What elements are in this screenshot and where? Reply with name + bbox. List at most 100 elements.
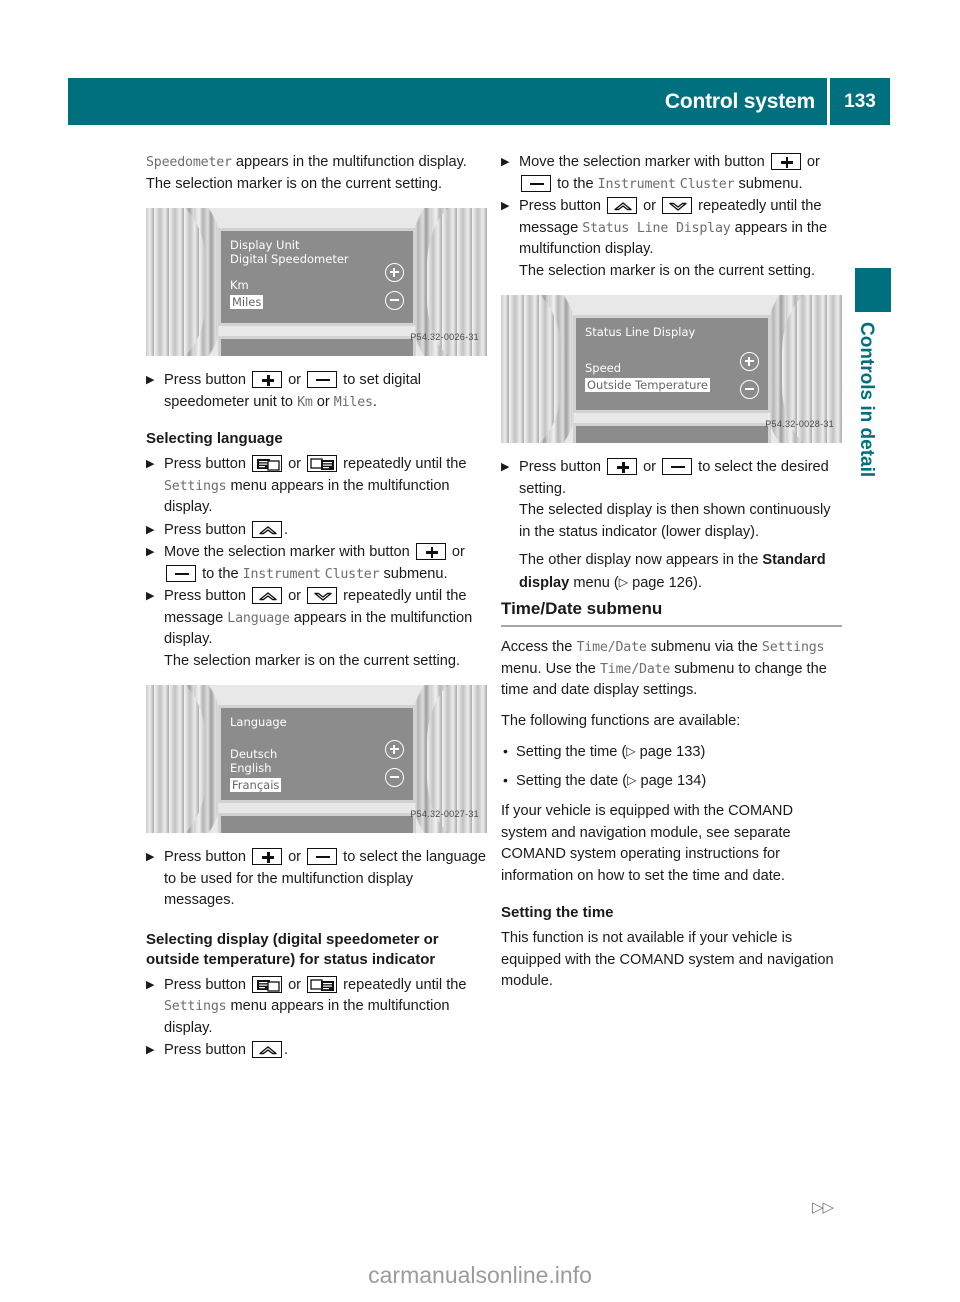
plus-button-icon — [252, 371, 282, 388]
step-marker-icon: ▶ — [501, 461, 510, 473]
plus-circle-icon — [385, 740, 404, 759]
fig2-title: Language — [230, 715, 287, 729]
access-b: submenu via the — [650, 639, 758, 655]
time-date-term-2: Time/Date — [599, 661, 671, 677]
fig1-option-miles-selected: Miles — [230, 295, 264, 309]
instrument-cluster-screen: Display Unit Digital Speedometer Km Mile… — [218, 228, 416, 326]
figure-language: Language Deutsch English Français P54.32… — [146, 685, 487, 833]
step-settings-pre: Press button — [164, 456, 246, 472]
down-chevron-button-icon — [307, 587, 338, 604]
figure-status-line-display: Status Line Display Speed Outside Temper… — [501, 295, 842, 443]
steering-wheel-left-graphic — [146, 208, 224, 356]
page-reference-arrow-icon: ▷ — [627, 772, 637, 787]
step-move-mid: to the — [202, 565, 239, 582]
step-open-settings-menu: ▶ Press button or repeatedly until the S… — [146, 454, 487, 519]
step-press-up-button-2: ▶ Press button . — [146, 1040, 487, 1062]
fig1-image-code: P54.32-0026-31 — [410, 331, 479, 342]
up-chevron-button-icon — [607, 197, 637, 214]
list-item: • Setting the date (▷ page 134) — [501, 770, 842, 793]
step-press-up-pre: Press button — [164, 521, 246, 538]
step-marker-icon: ▶ — [146, 851, 155, 863]
fig3-plusminus-icons — [740, 352, 759, 399]
heading-selecting-language: Selecting language — [146, 430, 283, 447]
bullet-1-page: page 134 — [640, 772, 702, 789]
r-step-move-or: or — [806, 154, 820, 170]
step-status-line-display: ▶ Press button or repeatedly until the m… — [501, 196, 842, 282]
fig3-option-outside-temperature-selected: Outside Temperature — [585, 378, 710, 392]
intro-paragraph: Speedometer appears in the multifunction… — [146, 152, 487, 174]
minus-button-icon — [307, 371, 338, 388]
right-text-column: ▶ Move the selection marker with button … — [501, 152, 842, 993]
step-marker-icon: ▶ — [146, 590, 155, 602]
r-step-sel-line3-c: ). — [692, 574, 702, 591]
step-sel-lang-or: or — [288, 849, 302, 865]
instrument-term: Instrument — [597, 176, 676, 192]
step-marker-icon: ▶ — [146, 458, 155, 470]
r-step-sel-line3-b: menu ( — [573, 574, 619, 591]
continuation-marker: ▷▷ — [812, 1199, 834, 1216]
step-sel-lang-pre: Press button — [164, 849, 246, 865]
fig3-image-code: P54.32-0028-31 — [765, 418, 834, 429]
watermark-text: carmanualsonline.info — [368, 1262, 592, 1288]
page-ref-126: page 126 — [632, 574, 693, 591]
step-marker-icon: ▶ — [146, 546, 155, 558]
bullet-0-text-a: Setting the time ( — [516, 744, 627, 760]
list-item: • Setting the time (▷ page 133) — [501, 741, 842, 764]
page-left-button-icon — [252, 455, 282, 472]
heading-setting-the-time: Setting the time — [501, 904, 614, 921]
plus-button-icon — [770, 153, 801, 170]
access-c: menu. Use the — [501, 660, 596, 677]
step-settings2-post: repeatedly until the — [343, 976, 467, 993]
r-step-status-pre: Press button — [519, 198, 601, 214]
r-step-sel-line3: The other display now appears in the Sta… — [519, 550, 842, 594]
step-press-up-end: . — [284, 521, 289, 538]
up-chevron-button-icon — [252, 587, 282, 604]
intro-term: Speedometer — [146, 155, 232, 170]
r-step-sel-line2: The selected display is then shown conti… — [519, 502, 831, 540]
side-tab-marker — [855, 268, 891, 312]
left-text-column: Speedometer appears in the multifunction… — [146, 152, 487, 1063]
settings-menu-term: Settings — [164, 999, 227, 1014]
plus-circle-icon — [740, 352, 759, 371]
step-settings-or: or — [288, 456, 302, 472]
instrument-cluster-lower-bar — [218, 813, 416, 833]
page-left-button-icon — [252, 975, 282, 993]
minus-button-icon — [307, 848, 338, 865]
fig1-option-km: Km — [230, 278, 249, 292]
step-settings2-or: or — [288, 976, 302, 993]
step-lang-or: or — [288, 588, 302, 604]
down-chevron-button-icon — [662, 197, 693, 214]
minus-button-icon — [662, 458, 693, 475]
step-set-unit-conj: or — [316, 393, 330, 410]
step-marker-icon: ▶ — [146, 374, 155, 386]
instrument-cluster-screen: Language Deutsch English Français — [218, 705, 416, 803]
step-press-up2-pre: Press button — [164, 1042, 246, 1058]
step-select-language: ▶ Press button or to select the language… — [146, 847, 487, 912]
unit-km: Km — [297, 394, 313, 410]
fig2-option-deutsch: Deutsch — [230, 747, 278, 761]
unit-miles: Miles — [333, 394, 373, 410]
step-move-marker-instrument-cluster: ▶ Move the selection marker with button … — [146, 542, 487, 585]
instrument-term: Instrument — [242, 566, 321, 582]
step-move-marker-instrument-cluster-right: ▶ Move the selection marker with button … — [501, 152, 842, 195]
intro-line2: The selection marker is on the current s… — [146, 175, 443, 192]
minus-button-icon — [166, 564, 196, 582]
step-marker-icon: ▶ — [146, 523, 155, 536]
bullet-1-text-a: Setting the date ( — [516, 772, 628, 789]
r-step-move-end: submenu. — [738, 175, 803, 192]
r-step-status-or: or — [643, 198, 657, 214]
instrument-cluster-lower-bar — [573, 423, 771, 443]
bullet-icon: • — [503, 743, 508, 759]
page-reference-arrow-icon: ▷ — [618, 574, 629, 589]
bullet-icon: • — [503, 771, 508, 788]
step-move-pre: Move the selection marker with button — [164, 544, 410, 560]
minus-button-icon — [521, 174, 551, 192]
step-marker-icon: ▶ — [146, 978, 155, 991]
access-a: Access the — [501, 639, 573, 655]
minus-circle-icon — [740, 380, 759, 399]
settings-term: Settings — [761, 640, 825, 655]
plus-button-icon — [252, 848, 282, 865]
step-set-unit-pre: Press button — [164, 372, 246, 388]
cluster-term: Cluster — [679, 176, 735, 192]
time-date-access-paragraph: Access the Time/Date submenu via the Set… — [501, 637, 842, 702]
